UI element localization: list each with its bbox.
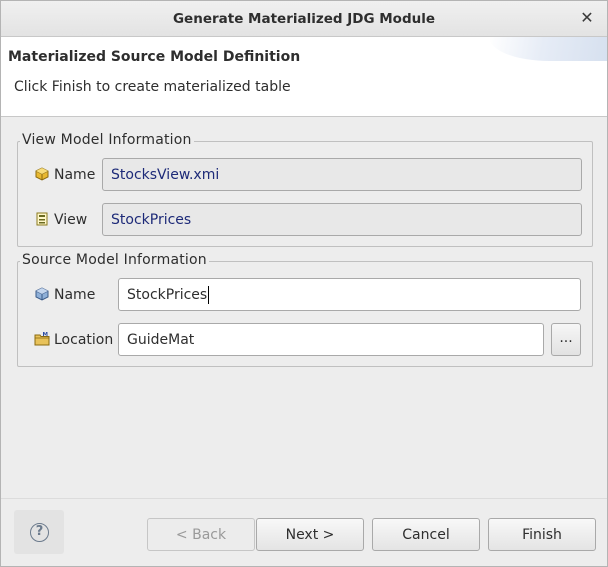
view-label: View (54, 212, 88, 228)
model-icon (35, 167, 49, 181)
view-value: StockPrices (111, 211, 192, 228)
location-input[interactable]: GuideMat (118, 323, 544, 356)
view-model-name-field: StocksView.xmi (102, 158, 582, 191)
source-model-group: Source Model Information Name StockPrice… (17, 252, 593, 367)
next-button[interactable]: Next > (256, 518, 364, 551)
table-view-icon (36, 212, 48, 226)
location-label: Location (54, 332, 114, 348)
finish-button[interactable]: Finish (488, 518, 596, 551)
source-model-group-legend: Source Model Information (20, 252, 209, 268)
browse-button[interactable]: ... (551, 323, 581, 356)
source-model-icon (35, 287, 49, 301)
back-button[interactable]: < Back (147, 518, 255, 551)
source-model-name-label: Name (54, 287, 96, 303)
help-button[interactable]: ? (14, 510, 64, 554)
svg-text:M: M (43, 332, 48, 338)
view-model-name-label: Name (54, 167, 96, 183)
view-field: StockPrices (102, 203, 582, 236)
dialog-title: Generate Materialized JDG Module (172, 11, 436, 27)
header-banner-graphic (489, 37, 607, 61)
dialog-window: Generate Materialized JDG Module ✕ Mater… (0, 0, 608, 567)
view-model-group-legend: View Model Information (20, 132, 194, 148)
title-bar[interactable]: Generate Materialized JDG Module ✕ (1, 1, 607, 37)
view-model-name-value: StocksView.xmi (111, 166, 220, 183)
text-caret (208, 285, 210, 304)
location-value: GuideMat (127, 331, 195, 348)
source-model-name-value: StockPrices (127, 286, 208, 303)
footer-separator (1, 498, 607, 499)
source-model-name-input[interactable]: StockPrices (118, 278, 581, 311)
help-icon: ? (30, 523, 49, 542)
page-description: Click Finish to create materialized tabl… (14, 79, 291, 95)
wizard-header: Materialized Source Model Definition Cli… (1, 37, 607, 117)
project-folder-icon: M (34, 332, 50, 346)
view-model-group: View Model Information Name StocksView.x… (17, 132, 593, 247)
page-heading: Materialized Source Model Definition (8, 49, 301, 65)
cancel-button[interactable]: Cancel (372, 518, 480, 551)
close-icon[interactable]: ✕ (579, 9, 595, 27)
